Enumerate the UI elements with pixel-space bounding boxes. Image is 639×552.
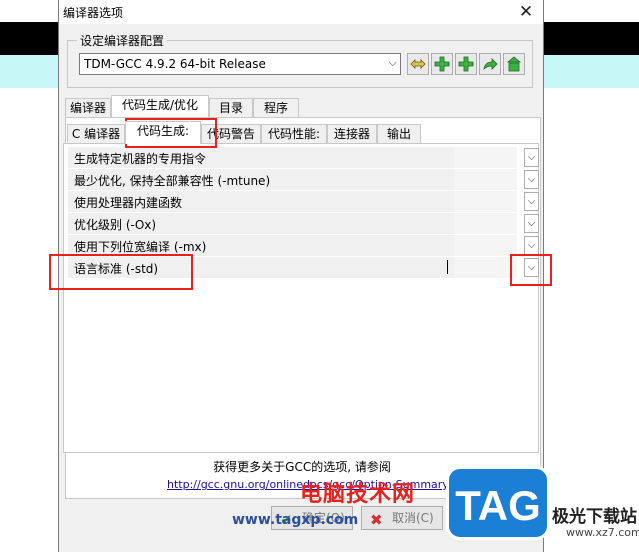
option-row: 使用处理器内建函数 <box>68 191 517 212</box>
copy-config-button[interactable] <box>479 53 501 75</box>
highlight-box-dropdown <box>510 254 552 286</box>
option-dropdown[interactable]: ⌵ <box>524 236 539 255</box>
option-row: 使用下列位宽编译 (-mx) <box>68 235 517 256</box>
add-new-icon <box>458 56 474 72</box>
rename-config-button[interactable] <box>407 53 429 75</box>
option-label: 优化级别 (-Ox) <box>74 218 157 232</box>
tab-code-generation-optimization[interactable]: 代码生成/优化 <box>111 95 209 117</box>
delete-icon <box>506 56 522 72</box>
watermark-right-text: 极光下载站 <box>552 507 637 527</box>
cancel-button-label: 取消(C) <box>392 511 434 525</box>
subtab-c-compiler[interactable]: C 编译器 <box>67 124 125 144</box>
delete-config-button[interactable] <box>503 53 525 75</box>
tag-logo: TAG <box>446 466 550 540</box>
option-dropdown[interactable]: ⌵ <box>524 170 539 189</box>
tab-compiler[interactable]: 编译器 <box>65 98 111 117</box>
add-icon <box>434 56 450 72</box>
watermark-site-name: 电脑技术网 <box>300 482 416 507</box>
window-title: 编译器选项 <box>63 6 124 20</box>
subtab-linker[interactable]: 连接器 <box>327 124 377 144</box>
copy-icon <box>483 58 498 71</box>
compiler-config-label: 设定编译器配置 <box>77 32 168 49</box>
option-label: 生成特定机器的专用指令 <box>74 152 207 166</box>
tab-programs[interactable]: 程序 <box>253 98 299 117</box>
option-label: 最少优化, 保持全部兼容性 (-mtune) <box>74 174 271 188</box>
close-button[interactable]: ✕ <box>515 1 537 23</box>
watermark-right-url: www.xz7.com <box>566 526 639 539</box>
title-bar: 编译器选项 ✕ <box>59 0 543 24</box>
cancel-button[interactable]: ✖ 取消(C) <box>361 506 443 530</box>
subtab-output[interactable]: 输出 <box>377 124 421 144</box>
add-new-config-button[interactable] <box>455 53 477 75</box>
highlight-box-language-standard <box>49 254 193 290</box>
option-row: 生成特定机器的专用指令 <box>68 147 517 168</box>
option-label: 使用处理器内建函数 <box>74 196 183 210</box>
option-dropdown[interactable]: ⌵ <box>524 214 539 233</box>
option-row: 最少优化, 保持全部兼容性 (-mtune) <box>68 169 517 190</box>
chevron-down-icon: ⌵ <box>388 56 397 69</box>
option-row: 优化级别 (-Ox) <box>68 213 517 234</box>
compiler-config-value: TDM-GCC 4.9.2 64-bit Release <box>84 57 266 71</box>
rename-icon <box>410 59 426 69</box>
compiler-config-select[interactable]: TDM-GCC 4.9.2 64-bit Release ⌵ <box>79 53 401 75</box>
add-config-button[interactable] <box>431 53 453 75</box>
subtab-code-profiling[interactable]: 代码性能: <box>261 124 327 144</box>
cross-icon: ✖ <box>370 511 383 529</box>
text-cursor <box>447 260 448 274</box>
subtab-code-generation[interactable]: 代码生成: <box>125 121 201 144</box>
tab-directories[interactable]: 目录 <box>209 98 253 117</box>
code-generation-options-panel: 生成特定机器的专用指令 最少优化, 保持全部兼容性 (-mtune) 使用处理器… <box>63 143 539 453</box>
option-dropdown[interactable]: ⌵ <box>524 148 539 167</box>
option-dropdown[interactable]: ⌵ <box>524 192 539 211</box>
watermark-url: www.tagxp.com <box>232 512 359 528</box>
option-label: 使用下列位宽编译 (-mx) <box>74 240 207 254</box>
